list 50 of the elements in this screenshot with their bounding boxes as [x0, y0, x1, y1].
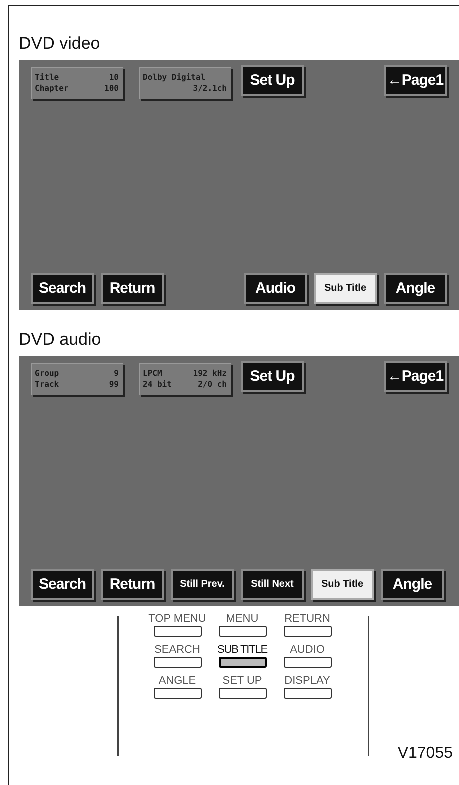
info-value: 2/0 ch — [198, 379, 227, 390]
screen-button[interactable]: Angle — [381, 569, 444, 600]
info-value: 3/2.1ch — [193, 83, 227, 94]
page-button[interactable]: ←Page1 — [384, 361, 447, 392]
info-value: 100 — [104, 83, 119, 94]
screen-button[interactable]: Angle — [384, 273, 447, 304]
remote-label: DISPLAY — [284, 674, 330, 688]
remote-key[interactable] — [218, 688, 266, 699]
screen-button[interactable]: Audio — [244, 273, 307, 304]
figure-code: V17055 — [398, 745, 453, 763]
info-value: 9 — [114, 368, 119, 379]
screen-button[interactable]: Search — [31, 273, 94, 304]
info-label: Track — [35, 379, 60, 390]
remote-key[interactable] — [154, 688, 202, 699]
remote-label: SUB TITLE — [217, 643, 268, 657]
screen-button[interactable]: Still Next — [241, 569, 304, 600]
remote-label: ANGLE — [158, 674, 196, 688]
remote-label: RETURN — [284, 612, 330, 626]
screen-button[interactable]: Return — [101, 569, 164, 600]
remote-key[interactable] — [284, 688, 332, 699]
info-value: 10 — [109, 72, 119, 83]
info-label: 24 bit — [143, 379, 172, 390]
remote-key[interactable] — [154, 657, 202, 668]
info-label: Dolby Digital — [143, 72, 206, 83]
set-up-button[interactable]: Set Up — [241, 65, 304, 96]
screen-button[interactable]: Sub Title — [311, 569, 374, 600]
remote-label: SEARCH — [154, 643, 200, 657]
screen-button[interactable]: Return — [101, 273, 164, 304]
remote-label: TOP MENU — [148, 612, 206, 626]
section-title: DVD audio — [19, 330, 102, 349]
screen-button[interactable]: Still Prev. — [171, 569, 234, 600]
info-label: Group — [35, 368, 60, 379]
info-label: LPCM — [143, 368, 162, 379]
remote-label: SET UP — [222, 674, 262, 688]
remote-label: MENU — [226, 612, 259, 626]
info-value: 192 kHz — [193, 368, 227, 379]
info-label: Chapter — [35, 83, 69, 94]
info-label: Title — [35, 72, 60, 83]
remote-key[interactable] — [218, 626, 266, 637]
remote-key[interactable] — [218, 657, 266, 668]
remote-label: AUDIO — [290, 643, 325, 657]
screen-button[interactable]: Sub Title — [314, 273, 377, 304]
remote-key[interactable] — [154, 626, 202, 637]
info-value: 99 — [109, 379, 119, 390]
remote-key[interactable] — [284, 657, 332, 668]
page-button[interactable]: ←Page1 — [384, 65, 447, 96]
set-up-button[interactable]: Set Up — [241, 361, 304, 392]
screen-button[interactable]: Search — [31, 569, 94, 600]
remote-key[interactable] — [284, 626, 332, 637]
section-title: DVD video — [19, 34, 100, 53]
